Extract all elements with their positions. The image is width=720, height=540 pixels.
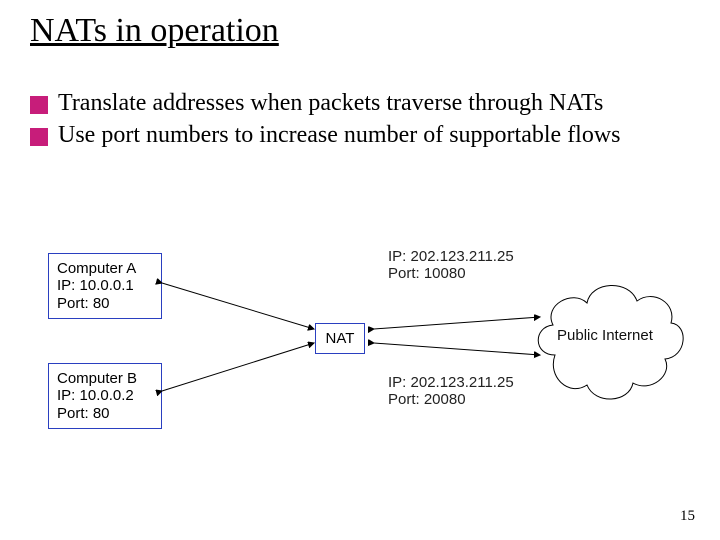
connectors bbox=[30, 245, 690, 460]
bullet-item: Use port numbers to increase number of s… bbox=[30, 122, 690, 150]
page-number: 15 bbox=[680, 508, 695, 525]
nat-diagram: Computer A IP: 10.0.0.1 Port: 80 Compute… bbox=[30, 245, 690, 460]
slide-title: NATs in operation bbox=[30, 12, 279, 50]
bullet-list: Translate addresses when packets travers… bbox=[30, 90, 690, 153]
bullet-text: Use port numbers to increase number of s… bbox=[58, 122, 690, 150]
bullet-item: Translate addresses when packets travers… bbox=[30, 90, 690, 118]
bullet-text: Translate addresses when packets travers… bbox=[58, 90, 690, 118]
bullet-marker bbox=[30, 128, 48, 146]
bullet-marker bbox=[30, 96, 48, 114]
